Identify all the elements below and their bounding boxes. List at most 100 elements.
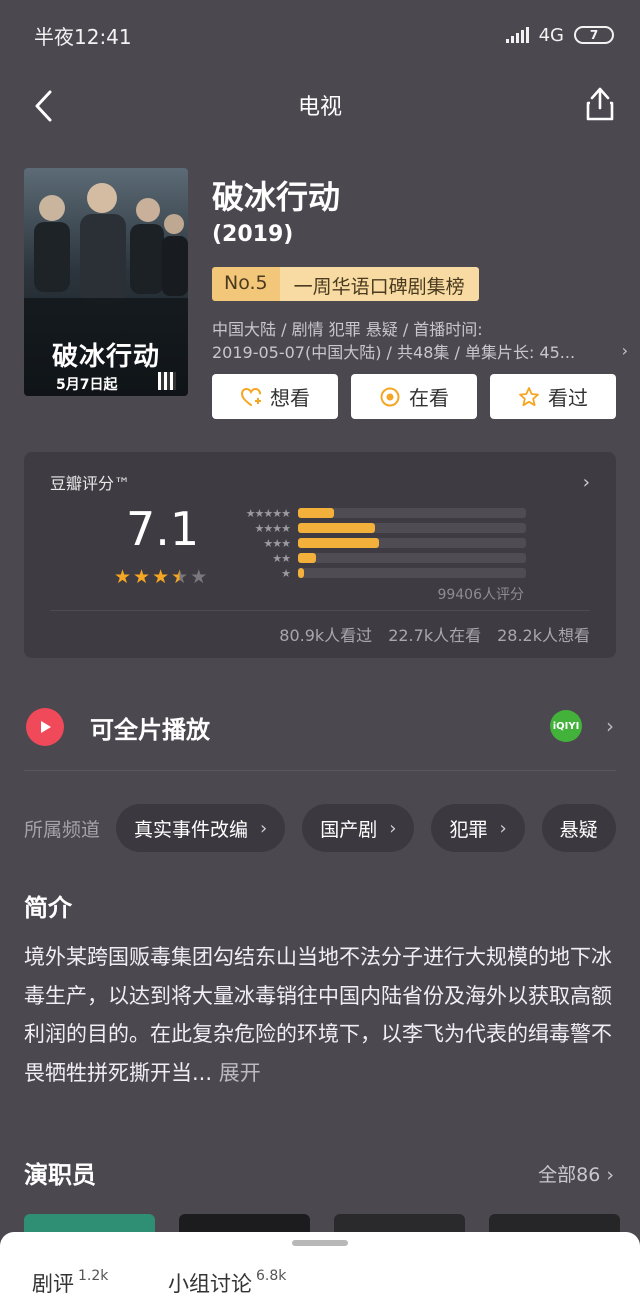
play-row[interactable]: 可全片播放 iQIYI › (24, 700, 616, 760)
back-arrow-icon[interactable] (28, 86, 64, 126)
distribution-row: ★★ (228, 551, 528, 566)
tab-reviews[interactable]: 剧评 1.2k (32, 1268, 108, 1298)
want-label: 想看 (270, 386, 310, 410)
star-level-icon: ★★★★★ (245, 507, 291, 520)
status-bar: 半夜12:41 4G 7 (0, 0, 640, 70)
battery-icon: 7 (574, 26, 614, 44)
chevron-right-icon: › (499, 817, 507, 839)
bottom-sheet[interactable]: 剧评 1.2k 小组讨论 6.8k (0, 1232, 640, 1298)
star-level-icon: ★★★ (263, 537, 291, 550)
signal-icon (505, 27, 529, 43)
show-year: (2019) (212, 222, 294, 247)
rating-score: 7.1 (126, 502, 200, 556)
intro-body: 境外某跨国贩毒集团勾结东山当地不法分子进行大规模的地下冰毒生产，以达到将大量冰毒… (24, 945, 612, 1085)
watched-count: 80.9k人看过 (279, 626, 373, 645)
iqiyi-icon: iQIYI (550, 710, 582, 742)
want-count: 28.2k人想看 (497, 626, 590, 645)
meta-chevron-icon[interactable]: › (622, 341, 628, 360)
rating-card[interactable]: 豆瓣评分™ › 7.1 ★ ★ ★ ★ ★ ★★★★★ ★★★★ ★★★ ★★ ★ 99406人… (24, 452, 616, 658)
play-icon (26, 708, 64, 746)
channel-chip-crime[interactable]: 犯罪 › (431, 804, 525, 852)
distribution-row: ★★★★ (228, 521, 528, 536)
play-label: 可全片播放 (90, 716, 210, 744)
divider (50, 610, 590, 611)
channel-chip-domestic[interactable]: 国产剧 › (302, 804, 415, 852)
watched-label: 看过 (548, 386, 588, 410)
tab-reviews-count: 1.2k (78, 1268, 109, 1284)
distribution-track (298, 538, 526, 548)
star-level-icon: ★★ (272, 552, 291, 565)
rank-badge[interactable]: No.5 一周华语口碑剧集榜 (212, 267, 479, 301)
tab-group-label: 小组讨论 (168, 1272, 252, 1296)
rating-stats: 80.9k人看过 22.7k人在看 28.2k人想看 (279, 622, 590, 646)
rating-distribution: ★★★★★ ★★★★ ★★★ ★★ ★ (228, 506, 528, 581)
expand-link[interactable]: 展开 (219, 1061, 261, 1085)
channel-chip-true-story[interactable]: 真实事件改编 › (116, 804, 286, 852)
channel-chip-label: 悬疑 (559, 818, 598, 841)
sheet-handle[interactable] (292, 1240, 348, 1246)
intro-text[interactable]: 境外某跨国贩毒集团勾结东山当地不法分子进行大规模的地下冰毒生产，以达到将大量冰毒… (24, 938, 616, 1092)
distribution-track (298, 508, 526, 518)
divider (24, 770, 616, 771)
tab-group-discussion[interactable]: 小组讨论 6.8k (168, 1268, 286, 1298)
status-indicators: 4G 7 (505, 24, 614, 46)
distribution-track (298, 523, 526, 533)
rating-stars: ★ ★ ★ ★ ★ (114, 566, 207, 588)
target-icon (380, 387, 400, 406)
cast-title: 演职员 (24, 1161, 96, 1189)
iqiyi-text: iQIYI (552, 720, 580, 732)
star-empty-icon: ★ (190, 566, 208, 588)
chevron-right-icon: › (389, 817, 397, 839)
distribution-bar (298, 508, 334, 518)
distribution-row: ★ (228, 566, 528, 581)
rank-number: No.5 (212, 267, 280, 301)
heart-plus-icon (240, 387, 261, 406)
channel-label: 所属频道 (24, 818, 101, 841)
cast-all-link[interactable]: 全部86 › (538, 1160, 614, 1187)
watching-label: 在看 (409, 386, 449, 410)
tab-group-count: 6.8k (256, 1268, 287, 1284)
star-full-icon: ★ (114, 566, 132, 588)
star-half-icon: ★ (171, 566, 189, 588)
tab-reviews-label: 剧评 (32, 1272, 74, 1296)
distribution-row: ★★★★★ (228, 506, 528, 521)
distribution-row: ★★★ (228, 536, 528, 551)
star-level-icon: ★★★★ (254, 522, 291, 535)
meta-line-1: 中国大陆 / 剧情 犯罪 悬疑 / 首播时间: (212, 320, 483, 339)
poster-date: 5月7日起 (56, 377, 118, 393)
channel-chip-label: 国产剧 (320, 818, 378, 841)
status-time: 半夜12:41 (34, 24, 132, 49)
channel-chip-label: 真实事件改编 (134, 818, 249, 841)
share-icon[interactable] (582, 84, 618, 124)
qr-code-icon (158, 372, 176, 390)
channel-chip-label: 犯罪 (449, 818, 488, 841)
show-meta[interactable]: 中国大陆 / 剧情 犯罪 悬疑 / 首播时间: 2019-05-07(中国大陆)… (212, 318, 612, 364)
watching-count: 22.7k人在看 (388, 626, 482, 645)
star-full-icon: ★ (133, 566, 151, 588)
distribution-bar (298, 568, 304, 578)
star-full-icon: ★ (152, 566, 170, 588)
distribution-track (298, 553, 526, 563)
channel-chip-suspense[interactable]: 悬疑 (541, 804, 616, 852)
nav-bar: 电视 (0, 70, 640, 140)
poster-image[interactable]: 破冰行动 5月7日起 (24, 168, 188, 396)
meta-line-2: 2019-05-07(中国大陆) / 共48集 / 单集片长: 45... (212, 343, 576, 362)
distribution-track (298, 568, 526, 578)
rank-label: 一周华语口碑剧集榜 (279, 267, 479, 301)
want-to-watch-button[interactable]: 想看 (212, 374, 338, 419)
battery-level: 7 (589, 28, 599, 42)
show-title: 破冰行动 (212, 178, 341, 216)
chevron-right-icon: › (606, 714, 614, 738)
intro-title: 简介 (24, 894, 72, 922)
watching-button[interactable]: 在看 (351, 374, 477, 419)
chevron-right-icon[interactable]: › (583, 472, 590, 493)
rating-label: 豆瓣评分™ (50, 474, 131, 493)
distribution-bar (298, 553, 316, 563)
distribution-bar (298, 538, 379, 548)
star-outline-icon (519, 386, 539, 406)
channel-row: 所属频道 真实事件改编 › 国产剧 › 犯罪 › 悬疑 (24, 804, 633, 852)
star-level-icon: ★ (281, 567, 291, 580)
network-label: 4G (538, 24, 564, 46)
chevron-right-icon: › (260, 817, 268, 839)
watched-button[interactable]: 看过 (490, 374, 616, 419)
